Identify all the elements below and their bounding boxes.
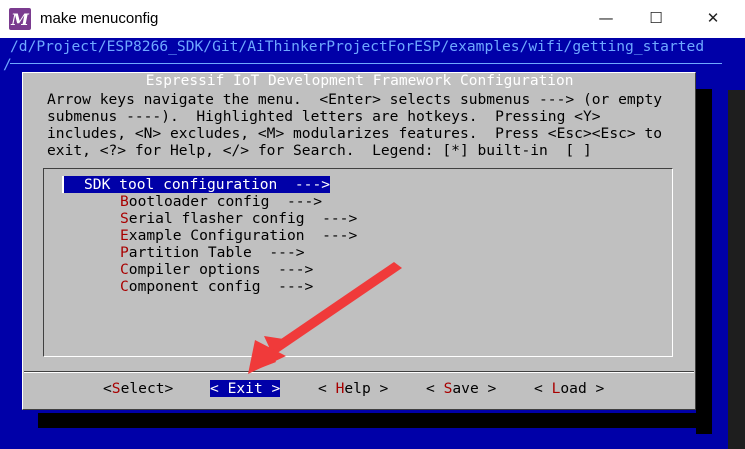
menu-item-hotkey: E: [120, 227, 129, 244]
menu-item-hotkey: S: [120, 210, 129, 227]
window-title-bar[interactable]: M make menuconfig — ☐ ✕: [0, 0, 745, 39]
select-button[interactable]: <Select>: [103, 380, 173, 397]
save-button[interactable]: < Save >: [426, 380, 496, 397]
button-row-divider-highlight: [24, 372, 694, 373]
button-label: elect>: [120, 380, 174, 397]
menu-list: SDK tool configuration ---> Bootloader c…: [43, 168, 673, 357]
help-line: Arrow keys navigate the menu. <Enter> se…: [47, 91, 663, 108]
button-bracket: <: [103, 380, 112, 397]
menu-item-hotkey: P: [120, 244, 129, 261]
dialog-title: Espressif IoT Development Framework Conf…: [135, 73, 585, 89]
menu-item-label: omponent config --->: [128, 278, 314, 295]
menu-item-hotkey: B: [120, 193, 129, 210]
close-icon[interactable]: ✕: [703, 8, 723, 28]
help-text: Arrow keys navigate the menu. <Enter> se…: [47, 91, 662, 159]
terminal-scrollbar[interactable]: [728, 90, 745, 449]
exit-button[interactable]: < Exit >: [210, 380, 281, 397]
button-label: xit >: [236, 380, 281, 397]
menu-item-label: ompiler options --->: [128, 261, 314, 278]
menu-item-sdk-tool-configuration[interactable]: SDK tool configuration --->: [62, 176, 331, 193]
button-bracket: <: [210, 380, 228, 397]
button-bracket: <: [318, 380, 336, 397]
menu-item-label: DK tool configuration --->: [92, 176, 331, 193]
menu-item-compiler-options[interactable]: Compiler options --->: [120, 261, 313, 278]
help-line: submenus ----). Highlighted letters are …: [47, 108, 601, 125]
selection-cursor-bar: [62, 176, 64, 193]
menu-item-label: xample Configuration --->: [128, 227, 358, 244]
msys-app-icon: M: [9, 8, 31, 30]
current-directory-wrap: /: [3, 56, 12, 73]
menu-item-example-configuration[interactable]: Example Configuration --->: [120, 227, 357, 244]
menu-item-hotkey: S: [84, 176, 93, 193]
menu-item-bootloader-config[interactable]: Bootloader config --->: [120, 193, 322, 210]
current-directory-path: /d/Project/ESP8266_SDK/Git/AiThinkerProj…: [10, 38, 705, 55]
menuconfig-dialog: Espressif IoT Development Framework Conf…: [22, 72, 696, 410]
dialog-shadow-bottom: [38, 413, 712, 428]
maximize-icon[interactable]: ☐: [646, 8, 666, 28]
button-hotkey: S: [111, 380, 121, 397]
load-button[interactable]: < Load >: [534, 380, 604, 397]
menu-item-hotkey: C: [120, 278, 129, 295]
help-line: includes, <N> excludes, <M> modularizes …: [47, 125, 663, 142]
menu-item-component-config[interactable]: Component config --->: [120, 278, 313, 295]
minimize-icon[interactable]: —: [596, 8, 616, 28]
menu-item-hotkey: C: [120, 261, 129, 278]
menu-item-label: ootloader config --->: [128, 193, 323, 210]
terminal-divider: [10, 63, 722, 64]
button-label: elp >: [344, 380, 389, 397]
menu-item-label: erial flasher config --->: [128, 210, 358, 227]
dialog-shadow-right: [696, 89, 712, 434]
menu-item-partition-table[interactable]: Partition Table --->: [120, 244, 305, 261]
button-label: oad >: [560, 380, 605, 397]
terminal-window[interactable]: /d/Project/ESP8266_SDK/Git/AiThinkerProj…: [0, 38, 745, 449]
menu-item-label: artition Table --->: [128, 244, 305, 261]
help-button[interactable]: < Help >: [318, 380, 388, 397]
button-bracket: <: [534, 380, 552, 397]
window-title: make menuconfig: [40, 10, 159, 27]
button-label: ave >: [452, 380, 497, 397]
help-line: exit, <?> for Help, </> for Search. Lege…: [47, 142, 592, 159]
button-bracket: <: [426, 380, 444, 397]
menu-item-serial-flasher-config[interactable]: Serial flasher config --->: [120, 210, 357, 227]
